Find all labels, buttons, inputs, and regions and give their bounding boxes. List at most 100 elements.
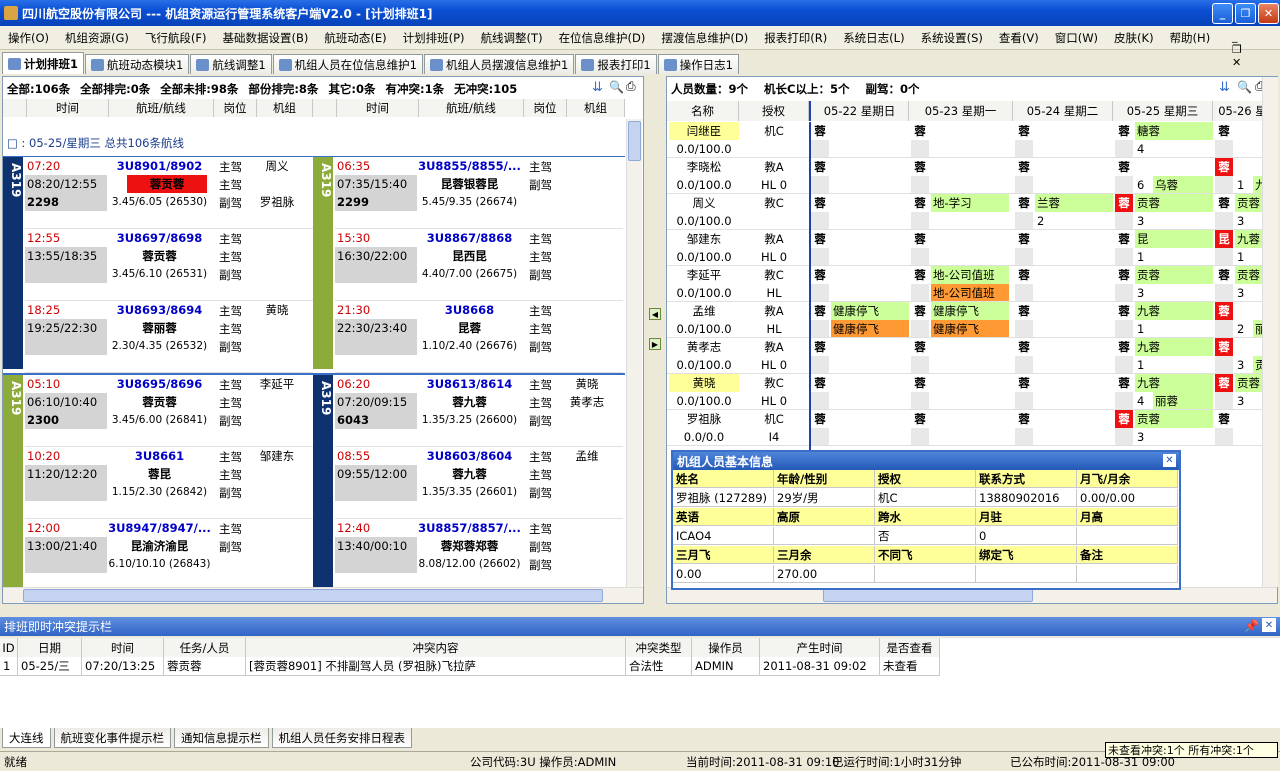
schedule-vscroll[interactable] [626,119,642,587]
day-marker[interactable]: 蓉 [1015,266,1033,284]
duty-task[interactable]: 贡蓉 [1135,410,1213,428]
date-group-header[interactable]: □ : 05-25/星期三 总共106条航线 [7,135,184,151]
bottom-tab[interactable]: 通知信息提示栏 [174,728,269,748]
column-header[interactable]: 时间 [27,99,109,117]
crew-name[interactable]: 周义 [252,157,302,175]
conflict-cell[interactable]: [蓉贡蓉8901] 不排副驾人员 (罗祖脉)飞拉萨 [246,657,626,676]
collapse-left-icon[interactable]: ◀ [649,308,661,320]
crew-name[interactable] [562,519,612,537]
crew-name[interactable] [562,465,612,483]
crew-member-name[interactable]: 黄晓 [669,374,739,392]
day-marker[interactable]: 蓉 [911,122,929,140]
duty-task[interactable]: 地-公司值班 [931,266,1009,284]
duty-task[interactable]: 贡蓉 [1135,194,1213,212]
day-marker[interactable]: 蓉 [1215,374,1233,392]
menu-item[interactable]: 帮助(H) [1162,30,1219,46]
crew-name[interactable] [252,247,302,265]
day-marker[interactable]: 蓉 [1215,158,1233,176]
info-value[interactable] [875,565,976,583]
info-value[interactable]: ICAO4 [673,527,774,545]
day-marker[interactable]: 蓉 [1015,374,1033,392]
duty-task[interactable]: 健康停飞 [931,302,1009,320]
close-icon[interactable]: ✕ [1262,618,1276,632]
departure-time[interactable]: 10:20 [27,447,107,465]
day-marker[interactable]: 蓉 [1115,302,1133,320]
conflict-cell[interactable]: 2011-08-31 09:02 [760,657,880,676]
conflict-column-header[interactable]: 操作员 [692,638,760,657]
day-marker[interactable]: 蓉 [911,374,929,392]
column-header[interactable]: 时间 [337,99,419,117]
day-marker[interactable]: 蓉 [1215,266,1233,284]
crew-name[interactable] [252,519,302,537]
departure-time[interactable]: 06:20 [337,375,417,393]
crew-name[interactable] [562,175,612,193]
info-value[interactable] [774,527,875,545]
crew-member-name[interactable]: 邹建东 [669,230,739,248]
column-header[interactable]: 名称 [667,101,739,121]
duty-task-2[interactable]: 地-公司值班 [931,284,1009,302]
info-value[interactable] [1077,565,1178,583]
day-marker[interactable]: 蓉 [1115,122,1133,140]
crew-name[interactable] [252,555,302,573]
day-marker[interactable]: 蓉 [1015,194,1033,212]
search-icon[interactable]: 🔍 [1237,80,1252,94]
info-value[interactable]: 机C [875,489,976,507]
column-header[interactable] [3,99,27,117]
conflict-cell[interactable]: 07:20/13:25 [82,657,164,676]
crew-name[interactable] [562,193,612,211]
info-value[interactable] [1077,527,1178,545]
day-marker[interactable]: 蓉 [1215,122,1233,140]
duty-task[interactable]: 九蓉 [1235,230,1263,248]
bottom-tab[interactable]: 机组人员任务安排日程表 [271,728,412,748]
column-header[interactable]: 05-22 星期日 [809,101,909,121]
flight-number[interactable]: 3U8855/8855/... [417,157,522,175]
crew-member-name[interactable]: 孟维 [669,302,739,320]
day-marker[interactable]: 蓉 [1015,302,1033,320]
crew-name[interactable] [562,537,612,555]
conflict-column-header[interactable]: 产生时间 [760,638,880,657]
day-marker[interactable]: 蓉 [1115,338,1133,356]
crew-member-name[interactable]: 周义 [669,194,739,212]
flight-number[interactable]: 3U8613/8614 [417,375,522,393]
info-value[interactable] [976,565,1077,583]
crew-name[interactable]: 邹建东 [252,447,302,465]
conflict-column-header[interactable]: 时间 [82,638,164,657]
departure-time[interactable]: 21:30 [337,301,417,319]
day-marker[interactable]: 蓉 [911,266,929,284]
info-value[interactable]: 0.00 [673,565,774,583]
departure-time[interactable]: 12:40 [337,519,417,537]
close-button[interactable]: ✕ [1258,3,1279,24]
crew-name[interactable] [562,301,612,319]
day-marker[interactable]: 蓉 [1215,302,1233,320]
column-header[interactable]: 岗位 [524,99,567,117]
tab-7[interactable]: 操作日志1 [657,54,739,74]
crew-name[interactable] [252,265,302,283]
crew-name[interactable] [562,483,612,501]
panel-splitter[interactable]: ◀ ▶ [646,76,664,604]
crew-name[interactable]: 孟维 [562,447,612,465]
flight-route[interactable]: 蓉郑蓉郑蓉 [417,537,522,555]
day-marker[interactable]: 蓉 [1015,338,1033,356]
crew-member-name[interactable]: 闫继臣 [669,122,739,140]
crew-member-name[interactable]: 李延平 [669,266,739,284]
duty-task[interactable]: 贡蓉 [1235,266,1263,284]
day-marker[interactable]: 蓉 [811,194,829,212]
conflict-cell[interactable]: 05-25/三 [18,657,82,676]
day-marker[interactable]: 蓉 [811,374,829,392]
collapse-right-icon[interactable]: ▶ [649,338,661,350]
menu-item[interactable]: 窗口(W) [1047,30,1106,46]
column-header[interactable]: 机组 [257,99,313,117]
tab-2[interactable]: 航班动态模块1 [85,54,190,74]
tab-1[interactable]: 计划排班1 [2,52,85,74]
tab-5[interactable]: 机组人员摆渡信息维护1 [424,54,575,74]
flight-route[interactable]: 蓉昆 [107,465,212,483]
conflict-cell[interactable]: 蓉贡蓉 [164,657,246,676]
crew-name[interactable]: 黄晓 [562,375,612,393]
tab-3[interactable]: 航线调整1 [190,54,272,74]
departure-time[interactable]: 05:10 [27,375,107,393]
departure-time[interactable]: 06:35 [337,157,417,175]
column-header[interactable] [313,99,337,117]
day-marker[interactable]: 蓉 [1015,158,1033,176]
duty-task[interactable]: 贡蓉 [1235,194,1263,212]
day-marker[interactable]: 蓉 [911,302,929,320]
